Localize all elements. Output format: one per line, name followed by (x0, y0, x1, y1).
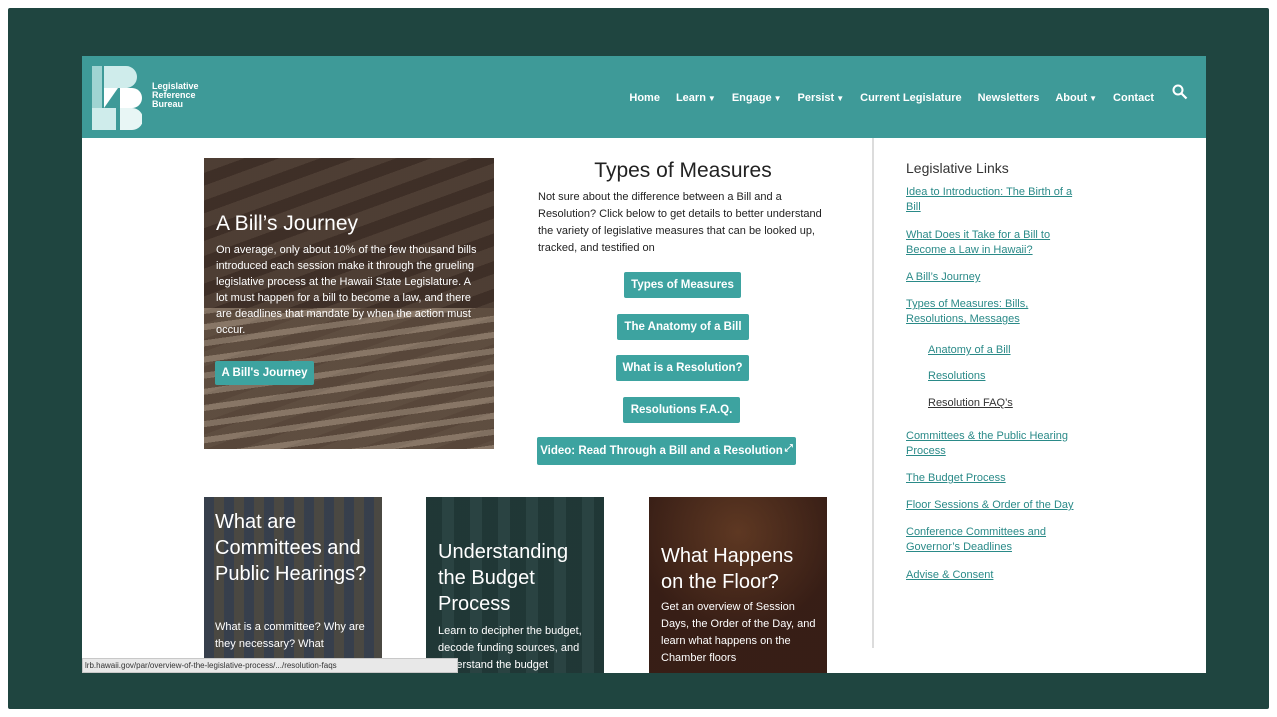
sidebar-link-advise-consent[interactable]: Advise & Consent (906, 568, 993, 583)
nav-current-legislature-label: Current Legislature (860, 92, 962, 104)
measures-title: Types of Measures (594, 159, 772, 182)
nav-current-legislature[interactable]: Current Legislature (852, 92, 969, 104)
caret-down-icon: ▼ (1089, 94, 1098, 103)
sidebar-link-resolutions[interactable]: Resolutions (928, 369, 985, 384)
sidebar-link-floor-sessions[interactable]: Floor Sessions & Order of the Day (906, 498, 1074, 513)
budget-card-title: Understanding the Budget Process (438, 541, 569, 615)
nav-about[interactable]: About ▼ (1047, 92, 1105, 104)
caret-down-icon: ▼ (836, 94, 845, 103)
lrb-logo[interactable] (90, 64, 142, 132)
floor-card-text: Get an overview of Session Days, the Ord… (661, 601, 816, 664)
external-link-icon: ⤢ (784, 442, 793, 454)
nav-contact[interactable]: Contact (1105, 92, 1162, 104)
status-bar-url: lrb.hawaii.gov/par/overview-of-the-legis… (82, 658, 458, 673)
bills-journey-hero: A Bill’s Journey On average, only about … (204, 158, 494, 449)
nav-newsletters[interactable]: Newsletters (970, 92, 1048, 104)
sidebar-title: Legislative Links (906, 160, 1009, 176)
nav-home[interactable]: Home (621, 92, 668, 104)
resolutions-faq-button[interactable]: Resolutions F.A.Q. (623, 397, 740, 423)
anatomy-of-bill-button[interactable]: The Anatomy of a Bill (617, 314, 749, 340)
caret-down-icon: ▼ (707, 94, 716, 103)
sidebar-link-anatomy-of-bill[interactable]: Anatomy of a Bill (928, 343, 1011, 358)
nav-learn[interactable]: Learn ▼ (668, 92, 724, 104)
nav-persist[interactable]: Persist ▼ (790, 92, 853, 104)
sidebar-link-types-of-measures[interactable]: Types of Measures: Bills, Resolutions, M… (906, 297, 1056, 327)
logo-text: Legislative Reference Bureau (152, 82, 199, 109)
nav-learn-label: Learn (675, 92, 706, 104)
video-button-label: Video: Read Through a Bill and a Resolut… (540, 445, 783, 457)
floor-card[interactable]: What Happens on the Floor? Get an overvi… (649, 497, 827, 673)
sidebar-link-resolution-faqs[interactable]: Resolution FAQ’s (928, 396, 1013, 411)
video-button[interactable]: Video: Read Through a Bill and a Resolut… (537, 437, 796, 465)
sidebar-link-budget-process[interactable]: The Budget Process (906, 471, 1006, 486)
floor-card-title: What Happens on the Floor? (661, 545, 794, 593)
sidebar-link-conference-committees[interactable]: Conference Committees and Governor’s Dea… (906, 525, 1071, 555)
nav-contact-label: Contact (1113, 92, 1154, 104)
types-of-measures-button[interactable]: Types of Measures (624, 272, 741, 298)
search-icon[interactable] (1172, 84, 1188, 100)
nav-about-label: About (1055, 92, 1088, 104)
nav-persist-label: Persist (797, 92, 835, 104)
what-is-resolution-button[interactable]: What is a Resolution? (616, 355, 749, 381)
hero-title: A Bill’s Journey (216, 212, 359, 235)
committees-card-title: What are Committees and Public Hearings? (215, 511, 367, 585)
sidebar-divider (872, 138, 874, 648)
main-nav: Home Learn ▼ Engage ▼ Persist ▼ Current Leg… (621, 92, 1162, 104)
slide-frame: Legislative Reference Bureau Home Learn ▼… (0, 0, 1277, 717)
budget-card-text: Learn to decipher the budget, decode fun… (438, 625, 582, 671)
site-header: Legislative Reference Bureau Home Learn ▼… (82, 56, 1206, 138)
caret-down-icon: ▼ (773, 94, 782, 103)
sidebar-link-bills-journey[interactable]: A Bill’s Journey (906, 270, 980, 285)
logo-line-3: Bureau (152, 99, 184, 109)
sidebar-link-birth-of-bill[interactable]: Idea to Introduction: The Birth of a Bil… (906, 185, 1086, 215)
sidebar-link-bill-to-law[interactable]: What Does it Take for a Bill to Become a… (906, 228, 1066, 258)
nav-engage[interactable]: Engage ▼ (724, 92, 790, 104)
measures-text: Not sure about the difference between a … (538, 191, 822, 254)
nav-newsletters-label: Newsletters (977, 92, 1040, 104)
nav-engage-label: Engage (731, 92, 772, 104)
browser-page: Legislative Reference Bureau Home Learn ▼… (82, 56, 1206, 673)
sidebar-link-committees[interactable]: Committees & the Public Hearing Process (906, 429, 1091, 459)
committees-card[interactable]: What are Committees and Public Hearings?… (204, 497, 382, 673)
hero-text: On average, only about 10% of the few th… (216, 244, 477, 336)
committees-card-text: What is a committee? Why are they necess… (215, 621, 365, 650)
bills-journey-button[interactable]: A Bill's Journey (215, 361, 314, 385)
nav-home-label: Home (629, 92, 660, 104)
budget-card[interactable]: Understanding the Budget Process Learn t… (426, 497, 604, 673)
